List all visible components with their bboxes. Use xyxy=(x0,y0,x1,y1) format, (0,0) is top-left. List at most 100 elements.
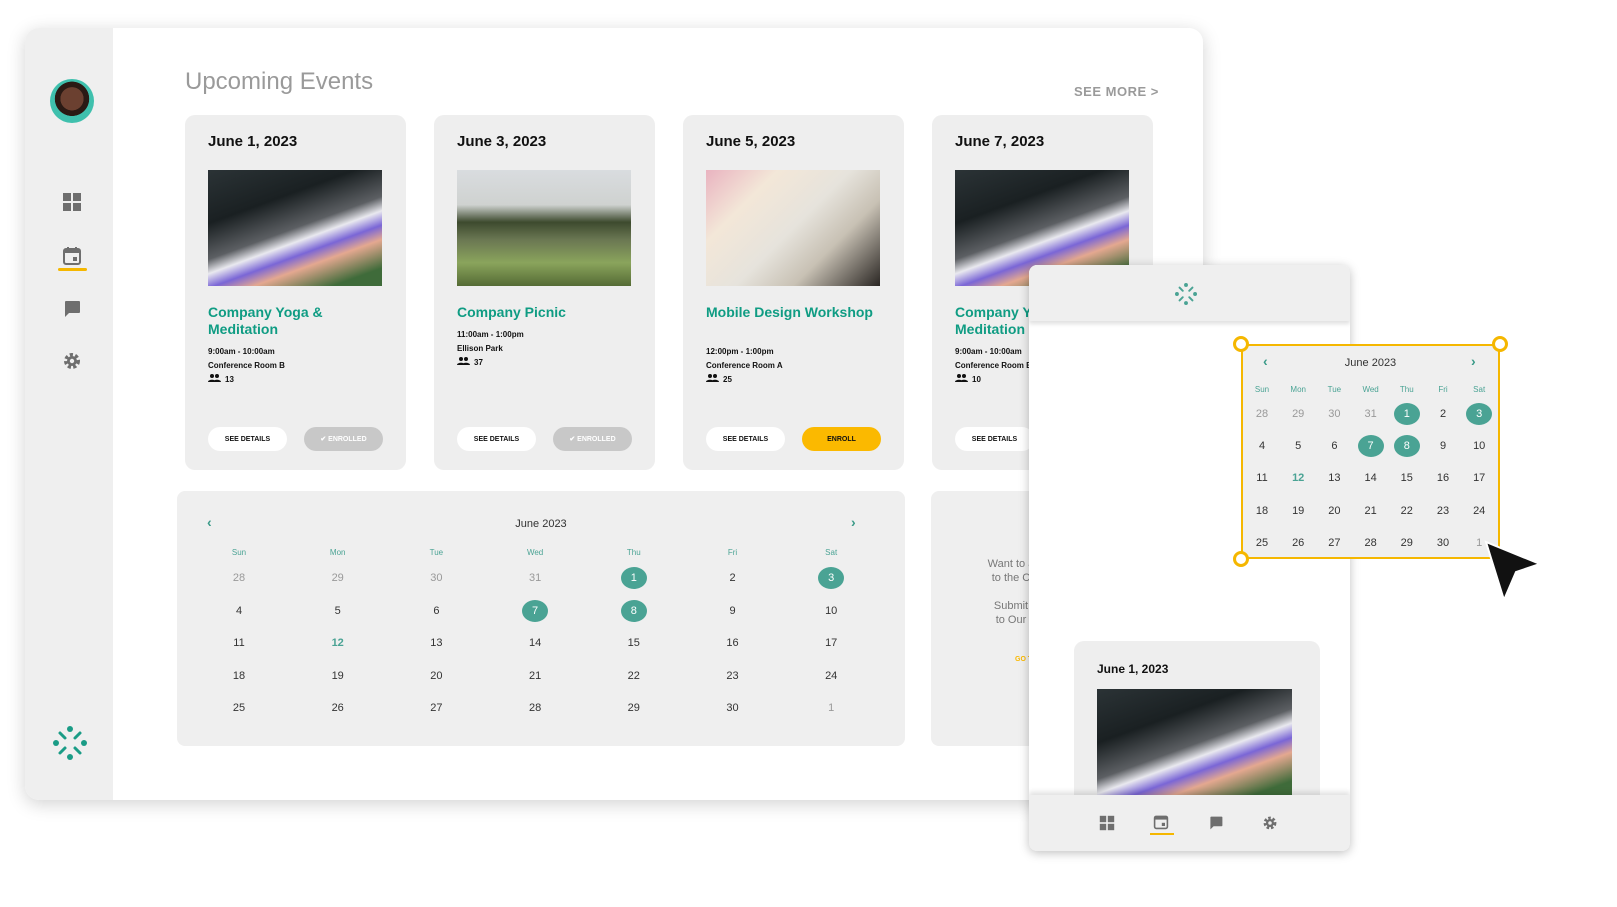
calendar-day[interactable]: 13 xyxy=(423,632,449,654)
calendar-day[interactable]: 29 xyxy=(325,567,351,589)
calendar-day[interactable]: 28 xyxy=(1249,403,1275,425)
calendar-day[interactable]: 1 xyxy=(1393,403,1420,425)
calendar-day[interactable]: 10 xyxy=(1466,435,1492,457)
calendar-day[interactable]: 21 xyxy=(1358,500,1384,522)
attendee-count: 13 xyxy=(225,375,234,384)
calendar-day[interactable]: 21 xyxy=(522,665,548,687)
calendar-day[interactable]: 22 xyxy=(1394,500,1420,522)
calendar-day[interactable]: 16 xyxy=(720,632,746,654)
gear-icon[interactable] xyxy=(1262,815,1278,831)
calendar-day[interactable]: 22 xyxy=(621,665,647,687)
enrolled-button[interactable]: ✔ ENROLLED xyxy=(304,427,383,451)
calendar-day[interactable]: 15 xyxy=(1394,467,1420,489)
calendar-day[interactable]: 5 xyxy=(1285,435,1311,457)
calendar-day[interactable]: 10 xyxy=(818,600,844,622)
calendar-day[interactable]: 12 xyxy=(1285,467,1311,489)
resize-handle-top-right[interactable] xyxy=(1492,336,1508,352)
calendar-day[interactable]: 18 xyxy=(226,665,252,687)
calendar-day[interactable]: 29 xyxy=(1394,532,1420,554)
calendar-day[interactable]: 30 xyxy=(1430,532,1456,554)
calendar-day[interactable]: 16 xyxy=(1430,467,1456,489)
calendar-day[interactable]: 11 xyxy=(226,632,252,654)
chat-icon[interactable] xyxy=(1208,815,1224,831)
calendar-day[interactable]: 9 xyxy=(720,600,746,622)
cursor-arrow-icon xyxy=(1484,540,1543,603)
dashboard-grid-icon[interactable] xyxy=(62,192,82,212)
calendar-day[interactable]: 28 xyxy=(522,697,548,719)
calendar-day[interactable]: 2 xyxy=(1430,403,1456,425)
calendar-day[interactable]: 4 xyxy=(226,600,252,622)
prev-month-button[interactable]: ‹ xyxy=(1263,353,1268,369)
see-more-link[interactable]: SEE MORE > xyxy=(1074,84,1159,99)
calendar-day[interactable]: 6 xyxy=(1321,435,1347,457)
calendar-day[interactable]: 18 xyxy=(1249,500,1275,522)
calendar-day[interactable]: 20 xyxy=(423,665,449,687)
calendar-day[interactable]: 26 xyxy=(325,697,351,719)
calendar-day[interactable]: 29 xyxy=(1285,403,1311,425)
calendar-day[interactable]: 13 xyxy=(1321,467,1347,489)
chat-icon[interactable] xyxy=(62,299,82,319)
calendar-day[interactable]: 4 xyxy=(1249,435,1275,457)
dashboard-grid-icon[interactable] xyxy=(1099,815,1115,831)
calendar-day[interactable]: 1 xyxy=(818,697,844,719)
calendar-day[interactable]: 11 xyxy=(1249,467,1275,489)
calendar-day[interactable]: 6 xyxy=(423,600,449,622)
see-details-button[interactable]: SEE DETAILS xyxy=(208,427,287,451)
calendar-day[interactable]: 20 xyxy=(1321,500,1347,522)
calendar-day[interactable]: 19 xyxy=(325,665,351,687)
calendar-day[interactable]: 27 xyxy=(1321,532,1347,554)
calendar-day[interactable]: 19 xyxy=(1285,500,1311,522)
calendar-day[interactable]: 5 xyxy=(325,600,351,622)
calendar-day[interactable]: 25 xyxy=(1249,532,1275,554)
active-nav-indicator xyxy=(1150,833,1174,835)
calendar-day[interactable]: 26 xyxy=(1285,532,1311,554)
see-details-button[interactable]: SEE DETAILS xyxy=(457,427,536,451)
see-details-button[interactable]: SEE DETAILS xyxy=(955,427,1034,451)
calendar-day[interactable]: 24 xyxy=(818,665,844,687)
user-avatar[interactable] xyxy=(50,79,94,123)
calendar-icon[interactable] xyxy=(1153,814,1169,830)
calendar-icon[interactable] xyxy=(62,246,82,266)
calendar-day[interactable]: 28 xyxy=(226,567,252,589)
calendar-day[interactable]: 8 xyxy=(1393,435,1420,458)
calendar-day[interactable]: 3 xyxy=(1466,403,1493,425)
calendar-day[interactable]: 12 xyxy=(325,632,351,654)
calendar-day[interactable]: 7 xyxy=(1357,435,1384,458)
calendar-day[interactable]: 3 xyxy=(818,567,845,589)
calendar-day[interactable]: 17 xyxy=(818,632,844,654)
calendar-day[interactable]: 9 xyxy=(1430,435,1456,457)
calendar-day[interactable]: 31 xyxy=(1358,403,1384,425)
calendar-day[interactable]: 14 xyxy=(1358,467,1384,489)
enrolled-button[interactable]: ✔ ENROLLED xyxy=(553,427,632,451)
calendar-day[interactable]: 23 xyxy=(720,665,746,687)
gear-icon[interactable] xyxy=(62,351,82,371)
see-details-button[interactable]: SEE DETAILS xyxy=(706,427,785,451)
selected-calendar-widget[interactable]: June 2023 ‹ › Sun Mon Tue Wed Thu Fri Sat 28 29 30 31… xyxy=(1241,344,1500,559)
calendar-day[interactable]: 7 xyxy=(522,599,549,622)
calendar-day[interactable]: 2 xyxy=(720,567,746,589)
calendar-day[interactable]: 28 xyxy=(1358,532,1384,554)
next-month-button[interactable]: › xyxy=(1471,353,1476,369)
resize-handle-top-left[interactable] xyxy=(1233,336,1249,352)
resize-handle-bottom-left[interactable] xyxy=(1233,551,1249,567)
event-title[interactable]: Company Picnic xyxy=(457,304,642,321)
calendar-day[interactable]: 30 xyxy=(720,697,746,719)
calendar-day[interactable]: 30 xyxy=(1321,403,1347,425)
calendar-day[interactable]: 17 xyxy=(1466,467,1492,489)
calendar-day[interactable]: 25 xyxy=(226,697,252,719)
calendar-day[interactable]: 27 xyxy=(423,697,449,719)
event-title[interactable]: Mobile Design Workshop xyxy=(706,304,891,321)
calendar-day[interactable]: 23 xyxy=(1430,500,1456,522)
calendar-day[interactable]: 14 xyxy=(522,632,548,654)
calendar-day[interactable]: 30 xyxy=(423,567,449,589)
calendar-day[interactable]: 31 xyxy=(522,567,548,589)
prev-month-button[interactable]: ‹ xyxy=(207,514,212,530)
enroll-button[interactable]: ENROLL xyxy=(802,427,881,451)
calendar-day[interactable]: 15 xyxy=(621,632,647,654)
calendar-day[interactable]: 8 xyxy=(620,599,647,622)
next-month-button[interactable]: › xyxy=(851,514,856,530)
calendar-day[interactable]: 24 xyxy=(1466,500,1492,522)
calendar-day[interactable]: 1 xyxy=(620,567,647,589)
calendar-day[interactable]: 29 xyxy=(621,697,647,719)
event-title[interactable]: Company Yoga & Meditation xyxy=(208,304,393,338)
